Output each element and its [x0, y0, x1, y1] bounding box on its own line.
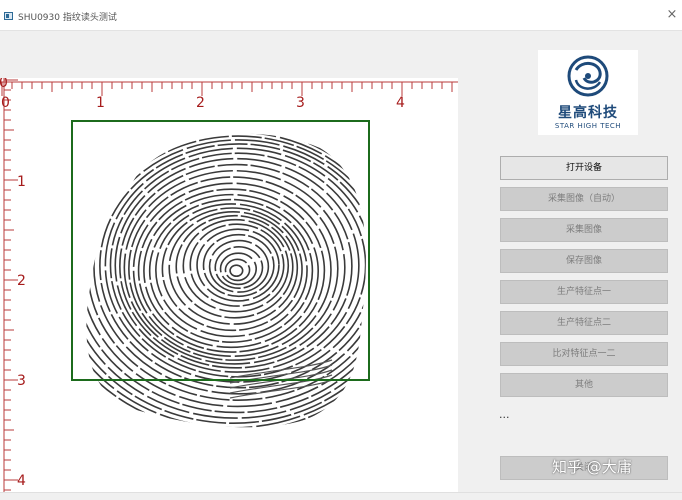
- ruler-top-label: 2: [196, 95, 205, 111]
- open-device-button[interactable]: 打开设备: [500, 156, 668, 180]
- fingerprint-image-panel: 0 0 1 2 3 4 1 2 3 4: [0, 78, 458, 492]
- generate-feature-two-button[interactable]: 生产特征点二: [500, 311, 668, 335]
- watermark-text: 知乎 @大庸: [552, 458, 632, 476]
- logo-name: 星高科技: [558, 105, 618, 121]
- compare-features-button[interactable]: 比对特征点一二: [500, 342, 668, 366]
- app-icon: [4, 12, 13, 20]
- ruler-top: [0, 81, 458, 96]
- ruler-top-label: 3: [296, 95, 305, 111]
- logo-subtitle: STAR HIGH TECH: [554, 122, 622, 130]
- window-title: SHU0930 指纹读头测试: [18, 13, 117, 23]
- window-close-button[interactable]: ×: [664, 6, 680, 24]
- ruler-left-label: 4: [17, 473, 26, 489]
- ruler-top-label: 4: [396, 95, 405, 111]
- logo-emblem-icon: [567, 55, 609, 97]
- app-window: SHU0930 指纹读头测试 × 0 0 1 2 3 4 1 2 3 4 星高科…: [0, 0, 682, 500]
- generate-feature-one-button[interactable]: 生产特征点一: [500, 280, 668, 304]
- ruler-top-label: 0: [0, 78, 8, 91]
- capture-region-box: [71, 120, 370, 381]
- ruler-left-label: 1: [17, 174, 26, 190]
- title-bar: SHU0930 指纹读头测试 ×: [0, 0, 682, 31]
- capture-image-button[interactable]: 采集图像: [500, 218, 668, 242]
- window-bottom-border: [0, 492, 682, 493]
- ruler-left-label: 2: [17, 273, 26, 289]
- ruler-top-label: 1: [96, 95, 105, 111]
- company-logo: 星高科技 STAR HIGH TECH: [538, 50, 638, 135]
- ruler-top-label: 0: [1, 95, 10, 111]
- save-image-button[interactable]: 保存图像: [500, 249, 668, 273]
- ruler-left-label: 3: [17, 373, 26, 389]
- other-button[interactable]: 其他: [500, 373, 668, 397]
- status-text: ...: [499, 408, 510, 421]
- capture-image-auto-button[interactable]: 采集图像（自动）: [500, 187, 668, 211]
